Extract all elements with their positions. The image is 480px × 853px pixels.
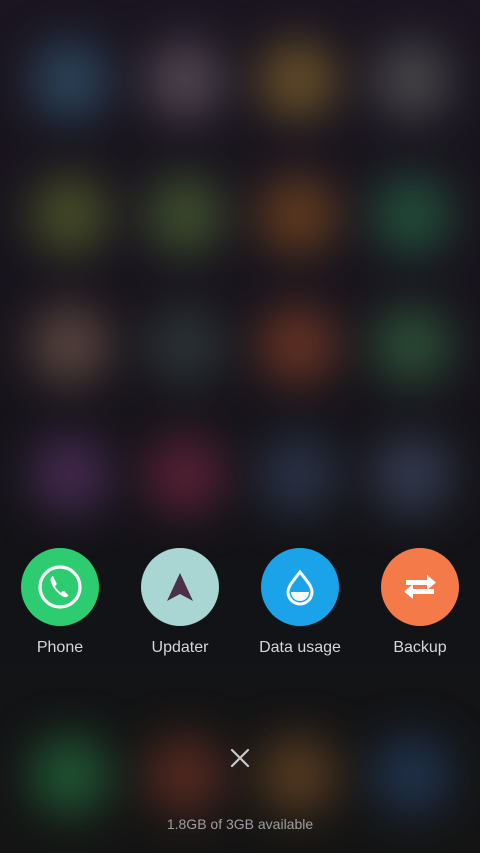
phone-app-icon[interactable] <box>21 548 99 626</box>
memory-status: 1.8GB of 3GB available <box>166 816 314 832</box>
recent-apps-row: Phone Updater Data usage Backup <box>0 548 480 658</box>
updater-app-icon[interactable] <box>141 548 219 626</box>
updater-label: Updater <box>151 639 209 656</box>
backup-label: Backup <box>393 639 447 656</box>
phone-icon <box>38 565 82 609</box>
blurred-background <box>0 0 480 853</box>
recent-app-data-usage[interactable]: Data usage <box>240 548 360 657</box>
recent-app-updater[interactable]: Updater <box>120 548 240 657</box>
clear-all-button[interactable] <box>220 738 260 778</box>
data-usage-app-icon[interactable] <box>261 548 339 626</box>
recent-apps-screen: Phone Updater Data usage Backup 1.8GB of… <box>0 0 480 853</box>
swap-arrows-icon <box>404 575 436 599</box>
close-icon <box>230 748 250 768</box>
arrow-up-icon <box>167 573 193 601</box>
data-usage-label: Data usage <box>259 639 341 656</box>
water-drop-icon <box>286 569 314 606</box>
phone-label: Phone <box>36 639 84 656</box>
recent-app-backup[interactable]: Backup <box>360 548 480 657</box>
recent-app-phone[interactable]: Phone <box>0 548 120 657</box>
backup-app-icon[interactable] <box>381 548 459 626</box>
